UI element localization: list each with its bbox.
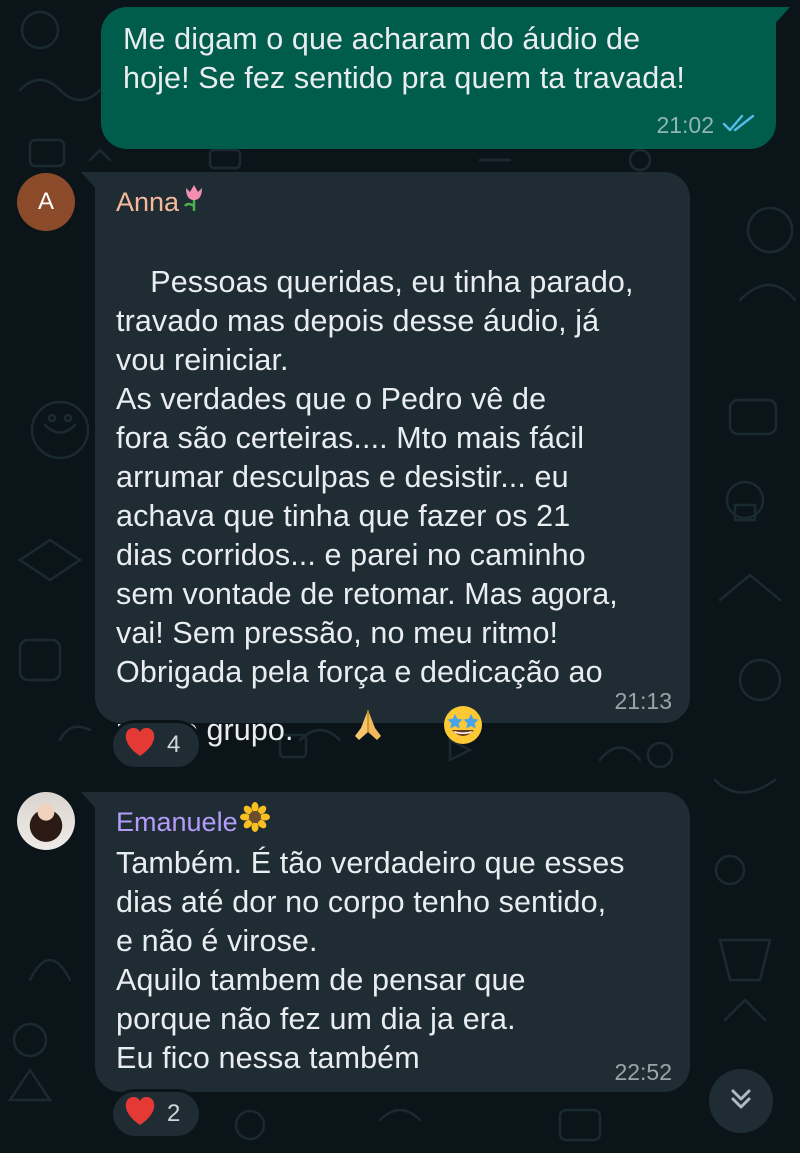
tulip-icon (181, 182, 207, 221)
star-struck-icon (391, 665, 484, 795)
heart-icon (123, 1096, 157, 1133)
sender-name-text: Emanuele (116, 806, 238, 837)
avatar[interactable]: A (17, 173, 75, 231)
incoming-message-bubble[interactable]: Anna Pessoas queridas, eu tinha parado, … (81, 172, 690, 747)
avatar[interactable] (17, 792, 75, 850)
double-chevron-down-icon (727, 1085, 755, 1118)
heart-icon (123, 727, 157, 764)
reaction-count: 2 (167, 1100, 181, 1127)
sunflower-icon (239, 802, 270, 841)
message-time: 22:52 (614, 1059, 672, 1085)
reaction-badge[interactable]: 2 (110, 1089, 202, 1139)
bubble-tail (772, 7, 790, 27)
bubble-tail (81, 172, 99, 192)
reaction-badge[interactable]: 4 (110, 720, 202, 770)
double-check-icon (722, 112, 756, 139)
outgoing-message-bubble[interactable]: Me digam o que acharam do áudio de hoje!… (101, 7, 790, 149)
sender-name[interactable]: Emanuele (116, 802, 270, 841)
folded-hands-icon (298, 667, 387, 793)
scroll-to-bottom-button[interactable] (709, 1069, 773, 1133)
sender-name[interactable]: Anna (116, 182, 207, 221)
incoming-message-bubble[interactable]: Emanuele Também. É tão verdadeiro que es… (81, 792, 690, 1092)
message-text: Me digam o que acharam do áudio de hoje!… (123, 22, 685, 95)
message-time: 21:13 (614, 688, 672, 714)
message-time: 21:02 (656, 112, 714, 138)
message-text: Pessoas queridas, eu tinha parado, trava… (116, 224, 634, 731)
reaction-count: 4 (167, 731, 181, 758)
message-meta: 21:13 (614, 688, 672, 715)
avatar-initial: A (37, 188, 54, 215)
bubble-tail (81, 792, 99, 812)
message-body: Pessoas queridas, eu tinha parado, trava… (116, 265, 634, 689)
sender-name-text: Anna (116, 186, 180, 217)
message-text: Também. É tão verdadeiro que esses dias … (116, 846, 625, 1075)
message-meta: 22:52 (614, 1059, 672, 1086)
message-meta: 21:02 (656, 112, 756, 139)
